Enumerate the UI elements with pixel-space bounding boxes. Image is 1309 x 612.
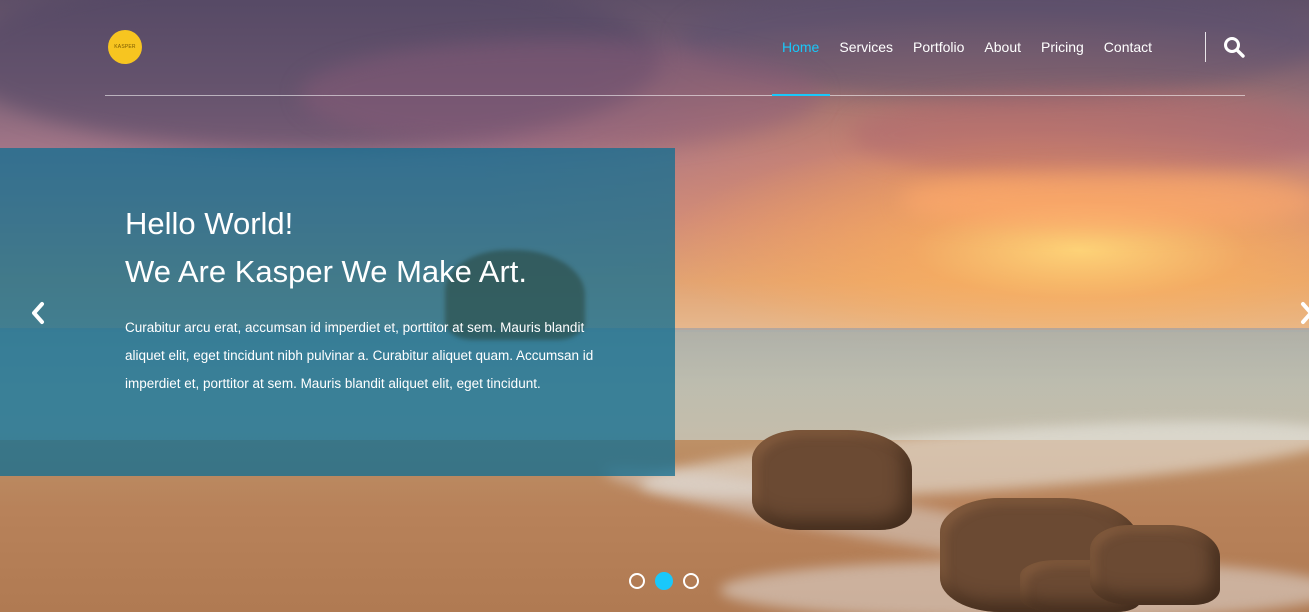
slide-description: Curabitur arcu erat, accumsan id imperdi… [125,320,594,391]
slider-indicators [629,572,709,590]
slider-dot-1[interactable] [629,573,645,589]
slider-dot-3[interactable] [683,573,699,589]
background-cloud [850,90,1309,180]
hero-slider: KASPER Home Services Portfolio About Pri… [0,0,1309,612]
nav-item-contact[interactable]: Contact [1094,38,1162,56]
chevron-left-icon[interactable] [28,298,48,328]
chevron-right-icon[interactable] [1299,298,1309,328]
nav-item-services[interactable]: Services [829,38,903,56]
nav-item-home[interactable]: Home [772,38,829,56]
background-rock [1090,525,1220,605]
nav-item-about[interactable]: About [974,38,1031,56]
main-nav: Home Services Portfolio About Pricing Co… [772,38,1162,56]
site-logo[interactable]: KASPER [108,30,142,64]
nav-divider [1205,32,1206,62]
nav-item-pricing[interactable]: Pricing [1031,38,1094,56]
nav-item-portfolio[interactable]: Portfolio [903,38,974,56]
logo-text: KASPER [114,44,136,50]
header-divider [105,95,1245,96]
nav-active-indicator [772,94,830,96]
background-rock [752,430,912,530]
search-icon[interactable] [1223,36,1245,58]
slide-title: Hello World! We Are Kasper We Make Art. [125,200,527,296]
slide-title-line1: Hello World! [125,206,294,241]
background-cloud [900,170,1309,230]
slide-title-line2: We Are Kasper We Make Art. [125,254,528,289]
slider-dot-2[interactable] [655,572,673,590]
